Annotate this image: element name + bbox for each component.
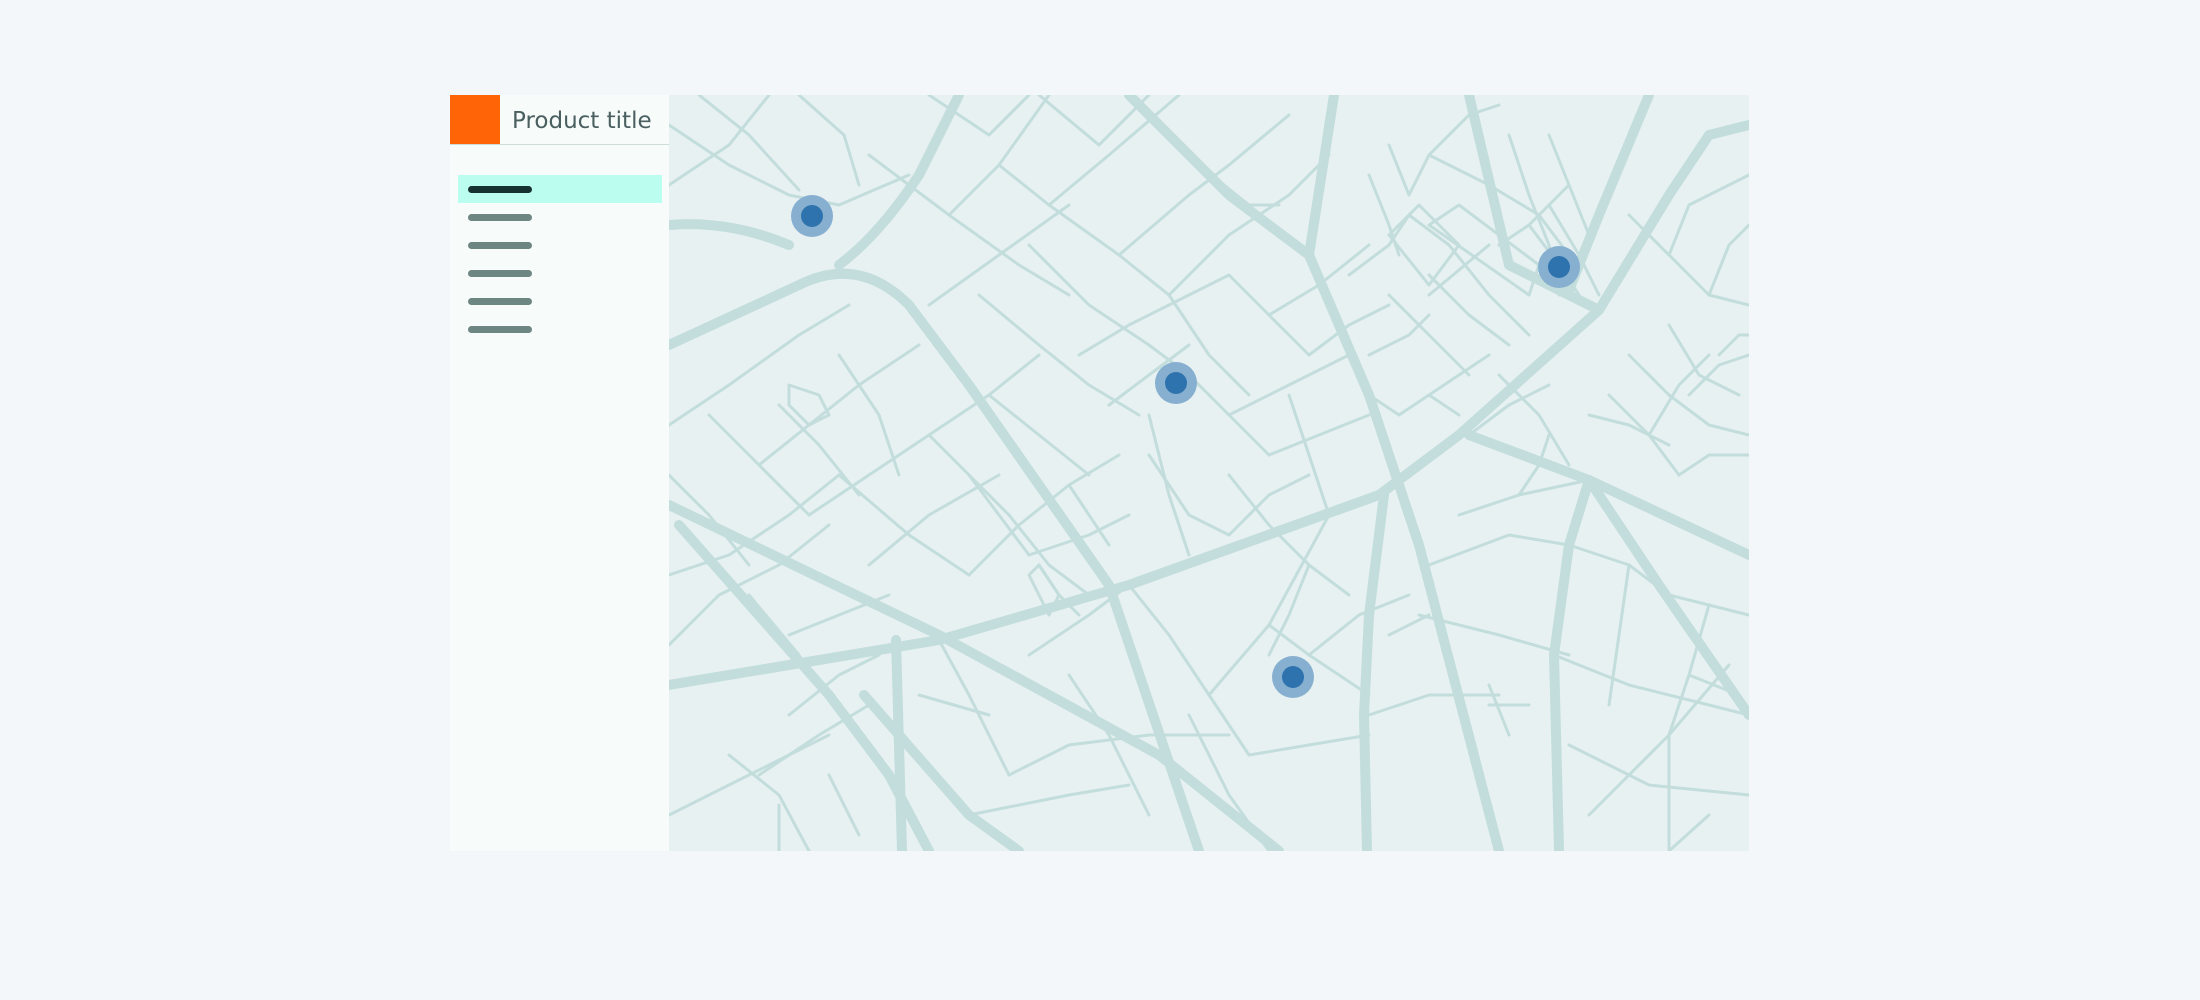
sidebar: Product title xyxy=(450,95,669,851)
product-logo[interactable] xyxy=(450,95,500,144)
sidebar-item-placeholder xyxy=(468,242,532,249)
map-marker-4[interactable] xyxy=(1538,246,1580,288)
sidebar-item-placeholder xyxy=(468,298,532,305)
sidebar-item-placeholder xyxy=(468,214,532,221)
sidebar-item-1[interactable] xyxy=(458,175,662,203)
map-marker-3[interactable] xyxy=(1272,656,1314,698)
app-header: Product title xyxy=(450,95,669,145)
product-title: Product title xyxy=(512,108,652,134)
sidebar-item-placeholder xyxy=(468,186,532,193)
sidebar-item-2[interactable] xyxy=(458,203,662,231)
sidebar-nav xyxy=(458,175,662,343)
sidebar-item-3[interactable] xyxy=(458,231,662,259)
sidebar-item-5[interactable] xyxy=(458,287,662,315)
sidebar-item-placeholder xyxy=(468,326,532,333)
map-marker-1[interactable] xyxy=(791,195,833,237)
sidebar-item-4[interactable] xyxy=(458,259,662,287)
map-view[interactable] xyxy=(669,95,1749,851)
sidebar-item-placeholder xyxy=(468,270,532,277)
app-window: Product title xyxy=(450,95,1749,851)
map-marker-2[interactable] xyxy=(1155,362,1197,404)
street-map xyxy=(669,95,1749,851)
sidebar-item-6[interactable] xyxy=(458,315,662,343)
